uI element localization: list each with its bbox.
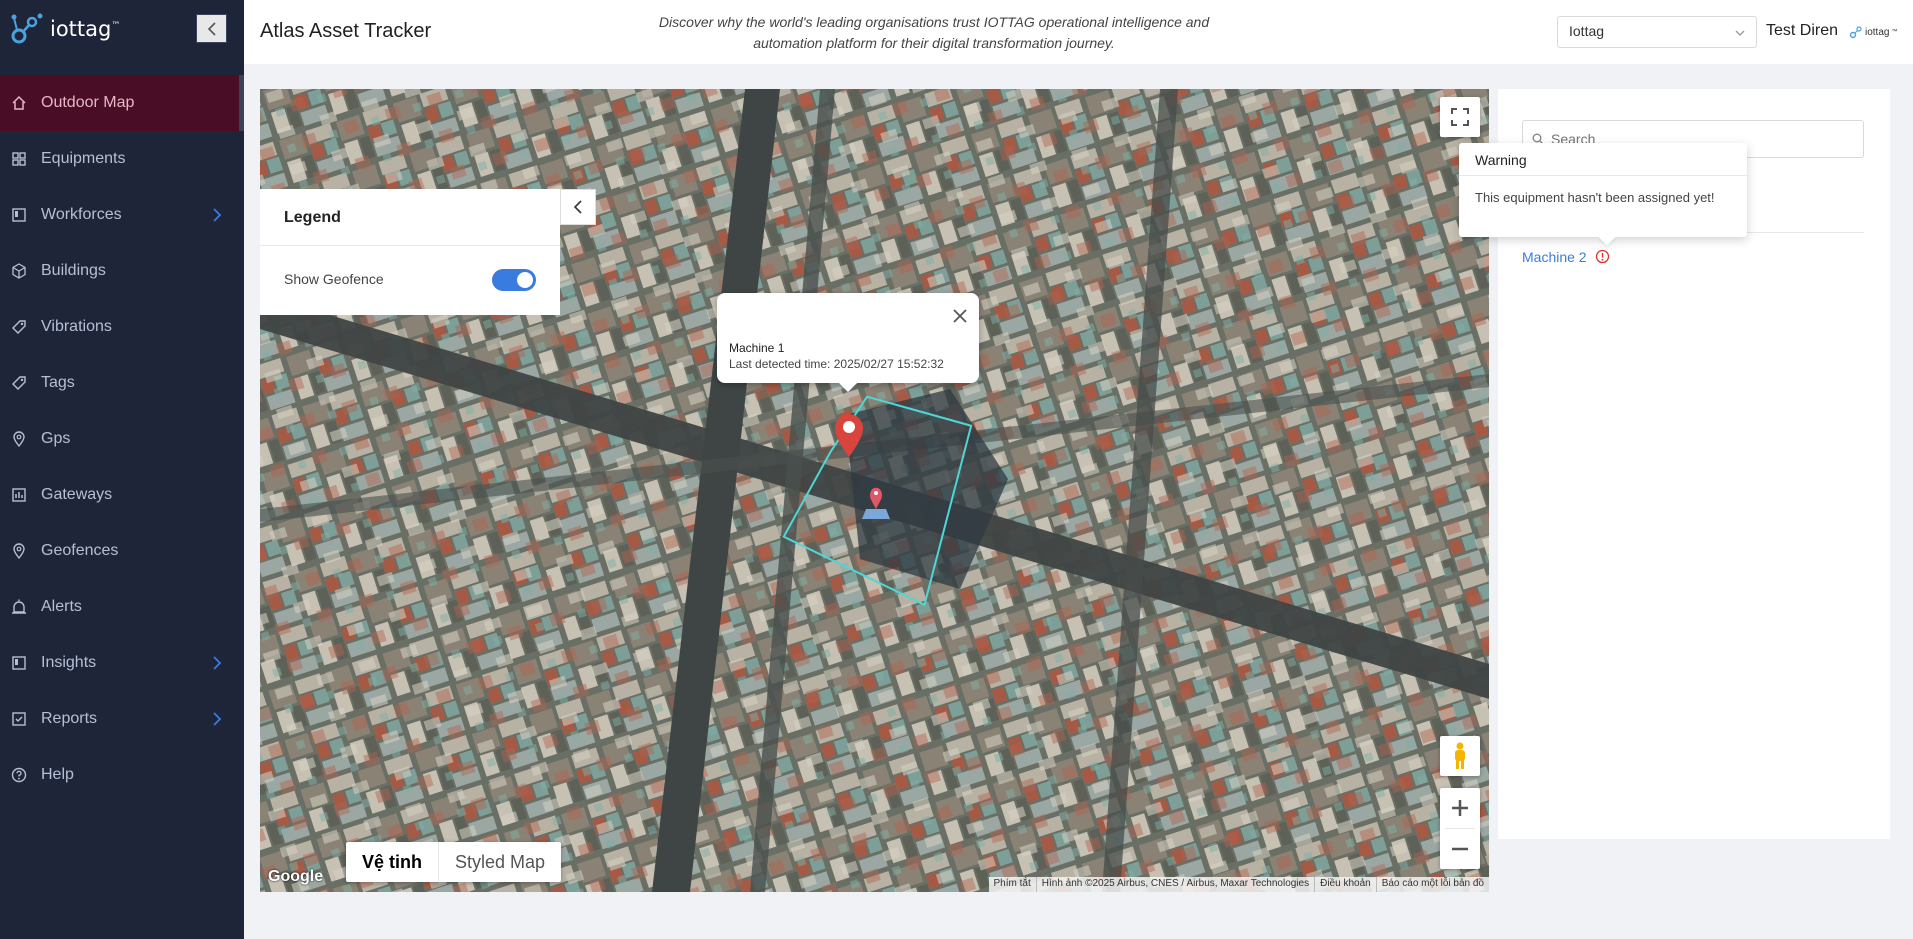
toggle-knob <box>517 272 533 288</box>
iottag-logo-icon <box>11 13 43 44</box>
machine-info-popup: Machine 1 Last detected time: 2025/02/27… <box>717 293 979 392</box>
chart-icon <box>11 487 27 503</box>
plus-icon <box>1452 800 1468 816</box>
pin-icon <box>11 543 27 559</box>
top-header: Atlas Asset Tracker Discover why the wor… <box>244 0 1913 64</box>
map-type-switcher: Vệ tinh Styled Map <box>346 842 562 882</box>
divider <box>1459 175 1747 176</box>
show-geofence-toggle[interactable] <box>492 269 536 291</box>
outdoor-map[interactable]: Legend Show Geofence Machine 1 Last dete… <box>260 89 1489 892</box>
sidebar-item-tags[interactable]: Tags <box>0 355 244 411</box>
page-title: Atlas Asset Tracker <box>260 20 432 42</box>
sidebar-item-vibrations[interactable]: Vibrations <box>0 299 244 355</box>
chevron-down-icon <box>1735 30 1745 36</box>
pegman-icon <box>1455 742 1465 769</box>
warning-tooltip: Warning This equipment hasn't been assig… <box>1459 143 1747 237</box>
chevron-right-icon <box>213 656 222 670</box>
alarm-icon <box>11 599 27 615</box>
zoom-out-button[interactable] <box>1440 829 1480 869</box>
iottag-logo-icon <box>1849 26 1862 39</box>
organization-select-value: Iottag <box>1569 23 1605 39</box>
equipment-item-machine-2[interactable]: Machine 2 <box>1522 249 1587 265</box>
user-name[interactable]: Test Diren <box>1766 22 1838 40</box>
zoom-controls <box>1440 788 1480 869</box>
divider <box>260 245 560 246</box>
sidebar-nav: Outdoor Map Equipments Workforces Buildi… <box>0 75 244 803</box>
imagery-credit: Hình ảnh ©2025 Airbus, CNES / Airbus, Ma… <box>1035 877 1314 892</box>
sidebar-item-outdoor-map[interactable]: Outdoor Map <box>0 75 244 131</box>
check-icon <box>11 711 27 727</box>
legend-panel: Legend Show Geofence <box>260 189 560 315</box>
map-type-styled-button[interactable]: Styled Map <box>439 842 561 882</box>
tag-icon <box>11 319 27 335</box>
pin-icon <box>11 431 27 447</box>
legend-collapse-button[interactable] <box>560 189 596 225</box>
tooltip-title: Warning <box>1475 152 1527 168</box>
keyboard-shortcuts-link[interactable]: Phím tắt <box>989 877 1036 892</box>
show-geofence-label: Show Geofence <box>284 271 384 287</box>
sidebar-item-reports[interactable]: Reports <box>0 691 244 747</box>
brand-logo[interactable]: iottag™ <box>10 12 120 46</box>
popup-machine-name: Machine 1 <box>729 341 785 355</box>
close-icon[interactable] <box>951 307 969 325</box>
street-view-button[interactable] <box>1440 736 1480 776</box>
zoom-in-button[interactable] <box>1440 788 1480 828</box>
popup-last-detected-time: Last detected time: 2025/02/27 15:52:32 <box>729 357 944 371</box>
terms-link[interactable]: Điều khoản <box>1314 877 1376 892</box>
map-type-satellite-button[interactable]: Vệ tinh <box>346 842 440 882</box>
google-logo: Google <box>268 868 324 885</box>
sidebar-item-buildings[interactable]: Buildings <box>0 243 244 299</box>
report-map-error-link[interactable]: Báo cáo một lỗi bản đồ <box>1375 877 1489 892</box>
header-logo: iottag ™ <box>1849 25 1897 39</box>
tag-icon <box>11 375 27 391</box>
sidebar-item-help[interactable]: Help <box>0 747 244 803</box>
warning-icon[interactable] <box>1595 249 1610 264</box>
sidebar-item-insights[interactable]: Insights <box>0 635 244 691</box>
home-icon <box>11 95 27 111</box>
sidebar-item-equipments[interactable]: Equipments <box>0 131 244 187</box>
tooltip-message: This equipment hasn't been assigned yet! <box>1475 190 1715 205</box>
sidebar-item-gateways[interactable]: Gateways <box>0 467 244 523</box>
sidebar-item-gps[interactable]: Gps <box>0 411 244 467</box>
help-icon <box>11 767 27 783</box>
chevron-left-icon <box>207 21 216 36</box>
grid-icon <box>11 151 27 167</box>
brand-name: iottag™ <box>50 17 121 41</box>
sidebar-item-alerts[interactable]: Alerts <box>0 579 244 635</box>
sidebar-item-workforces[interactable]: Workforces <box>0 187 244 243</box>
board-icon <box>11 207 27 223</box>
header-tagline: Discover why the world's leading organis… <box>658 14 1210 51</box>
chevron-right-icon <box>213 712 222 726</box>
map-attribution: Phím tắt Hình ảnh ©2025 Airbus, CNES / A… <box>988 877 1489 892</box>
minus-icon <box>1452 847 1468 851</box>
chevron-right-icon <box>213 208 222 222</box>
sidebar-item-geofences[interactable]: Geofences <box>0 523 244 579</box>
fullscreen-icon <box>1451 108 1469 126</box>
fullscreen-button[interactable] <box>1440 97 1480 137</box>
cube-icon <box>11 263 27 279</box>
collapse-sidebar-button[interactable] <box>196 14 227 43</box>
board-icon <box>11 655 27 671</box>
legend-title: Legend <box>284 209 341 226</box>
chevron-left-icon <box>573 200 582 214</box>
organization-select[interactable]: Iottag <box>1557 16 1757 48</box>
sidebar: iottag™ Outdoor Map Equipments Workforce… <box>0 0 244 939</box>
